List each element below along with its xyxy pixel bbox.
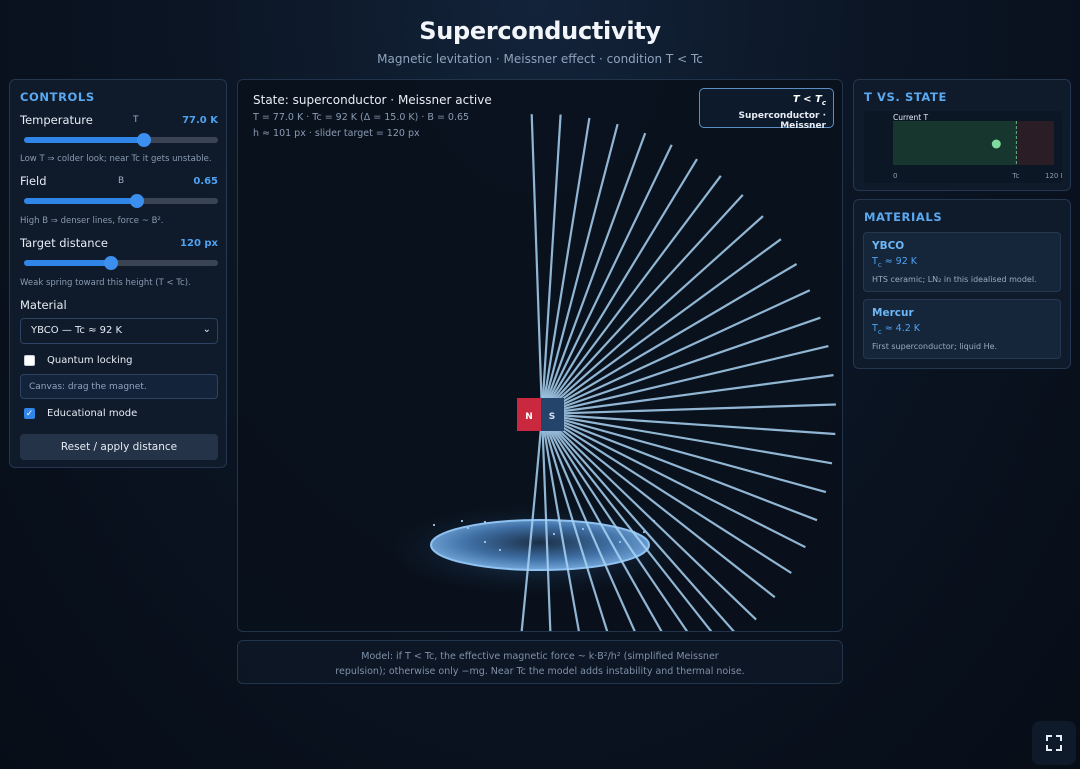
material-card-ybco[interactable]: YBCO Tc ≈ 92 K HTS ceramic; LN₂ in this … — [863, 232, 1061, 292]
badge-condition: T < Tc — [792, 94, 826, 107]
particle — [466, 526, 470, 530]
educational-mode-checkbox[interactable]: ✓ — [24, 408, 35, 419]
material-description: First superconductor; liquid He. — [872, 341, 998, 351]
particle — [460, 519, 464, 523]
particle — [652, 519, 656, 523]
controls-panel: CONTROLS Temperature T 77.0 K Low T ⇒ co… — [9, 79, 227, 468]
particle — [642, 530, 646, 534]
materials-panel: MATERIALS YBCO Tc ≈ 92 K HTS ceramic; LN… — [853, 199, 1071, 369]
field-label: Field — [20, 174, 47, 188]
field-hint: High B ⇒ denser lines, force ~ B². — [20, 216, 164, 226]
particle — [483, 520, 487, 524]
distance-hint: Weak spring toward this height (T < Tc). — [20, 278, 191, 288]
distance-slider[interactable] — [24, 256, 218, 270]
reset-apply-button[interactable]: Reset / apply distance — [20, 434, 218, 460]
canvas-hint: Canvas: drag the magnet. — [20, 374, 218, 399]
t-vs-state-chart: Current T 0 Tc 120 K — [864, 111, 1062, 183]
simulation-canvas[interactable]: N S State: superconductor · Meissner act… — [237, 79, 843, 632]
particle — [618, 540, 622, 544]
particle — [552, 532, 556, 536]
normal-zone — [1016, 121, 1054, 165]
distance-value: 120 px — [180, 237, 218, 249]
particle — [581, 527, 585, 531]
field-line — [540, 123, 619, 415]
page-title: Superconductivity — [419, 17, 661, 45]
magnet-south-label: S — [549, 412, 555, 422]
current-t-label: Current T — [893, 113, 929, 122]
material-card-mercur[interactable]: Mercur Tc ≈ 4.2 K First superconductor; … — [863, 299, 1061, 359]
axis-start-label: 0 — [893, 172, 897, 180]
state-line: State: superconductor · Meissner active — [253, 93, 492, 107]
field-line — [541, 144, 673, 415]
educational-mode-label: Educational mode — [47, 408, 138, 419]
t-vs-state-title: T VS. STATE — [864, 90, 947, 104]
particle — [498, 548, 502, 552]
educational-mode-toggle[interactable]: ✓ Educational mode — [24, 408, 137, 419]
field-symbol: B — [118, 176, 125, 186]
temperature-hint: Low T ⇒ colder look; near Tc it gets uns… — [20, 154, 212, 164]
particle — [632, 530, 636, 534]
material-label: Material — [20, 298, 67, 312]
field-line — [530, 114, 544, 415]
current-t-dot — [991, 139, 1001, 149]
model-line-2: repulsion); otherwise only −mg. Near Tc … — [335, 666, 745, 677]
field-slider-knob[interactable] — [129, 194, 144, 208]
field-canvas[interactable]: N S — [238, 80, 843, 632]
quantum-locking-label: Quantum locking — [47, 355, 133, 366]
axis-tc-label: Tc — [1011, 172, 1019, 180]
temperature-value: 77.0 K — [182, 114, 218, 126]
particle — [432, 523, 436, 527]
badge-state: Superconductor · Meissner — [738, 111, 826, 131]
info-line-2: h ≈ 101 px · slider target = 120 px — [253, 128, 420, 139]
field-value: 0.65 — [193, 175, 218, 187]
model-description: Model: if T < Tc, the effective magnetic… — [237, 640, 843, 684]
materials-title: MATERIALS — [864, 210, 943, 224]
particle — [483, 540, 487, 544]
controls-title: CONTROLS — [20, 90, 95, 104]
fullscreen-icon — [1046, 735, 1062, 751]
field-row: Field B 0.65 — [20, 174, 218, 188]
material-select-value: YBCO — Tc ≈ 92 K — [31, 325, 123, 336]
chevron-down-icon: ⌄ — [202, 324, 211, 335]
distance-row: Target distance 120 px — [20, 236, 218, 250]
temperature-symbol: T — [133, 115, 139, 125]
material-name: Mercur — [872, 307, 914, 319]
temperature-slider-fill — [24, 137, 145, 143]
magnet-north-label: N — [525, 412, 533, 422]
magnet[interactable]: N S — [517, 398, 564, 431]
field-line — [541, 215, 764, 415]
axis-end-label: 120 K — [1045, 172, 1062, 180]
state-badge: T < Tc Superconductor · Meissner — [699, 88, 834, 131]
distance-slider-knob[interactable] — [104, 256, 119, 270]
field-line — [541, 403, 836, 416]
info-line-1: T = 77.0 K · Tc = 92 K (Δ = 15.0 K) · B … — [253, 112, 470, 123]
material-tc: Tc ≈ 4.2 K — [872, 323, 921, 336]
quantum-locking-toggle[interactable]: Quantum locking — [24, 355, 133, 366]
material-name: YBCO — [872, 240, 905, 252]
field-slider[interactable] — [24, 194, 218, 208]
temperature-row: Temperature T 77.0 K — [20, 113, 218, 127]
material-description: HTS ceramic; LN₂ in this idealised model… — [872, 274, 1037, 284]
fullscreen-button[interactable] — [1032, 721, 1076, 765]
field-line — [541, 158, 698, 415]
field-slider-fill — [24, 198, 137, 204]
page-subtitle: Magnetic levitation · Meissner effect · … — [377, 52, 703, 66]
model-line-1: Model: if T < Tc, the effective magnetic… — [361, 651, 719, 662]
temperature-label: Temperature — [20, 113, 93, 127]
material-select[interactable]: YBCO — Tc ≈ 92 K ⌄ — [20, 318, 218, 344]
temperature-slider-knob[interactable] — [137, 133, 152, 147]
quantum-locking-checkbox[interactable] — [24, 355, 35, 366]
t-vs-state-panel: T VS. STATE Current T 0 Tc 120 K — [853, 79, 1071, 191]
temperature-slider[interactable] — [24, 133, 218, 147]
distance-slider-fill — [24, 260, 112, 266]
material-tc: Tc ≈ 92 K — [872, 256, 918, 269]
distance-label: Target distance — [20, 236, 108, 250]
